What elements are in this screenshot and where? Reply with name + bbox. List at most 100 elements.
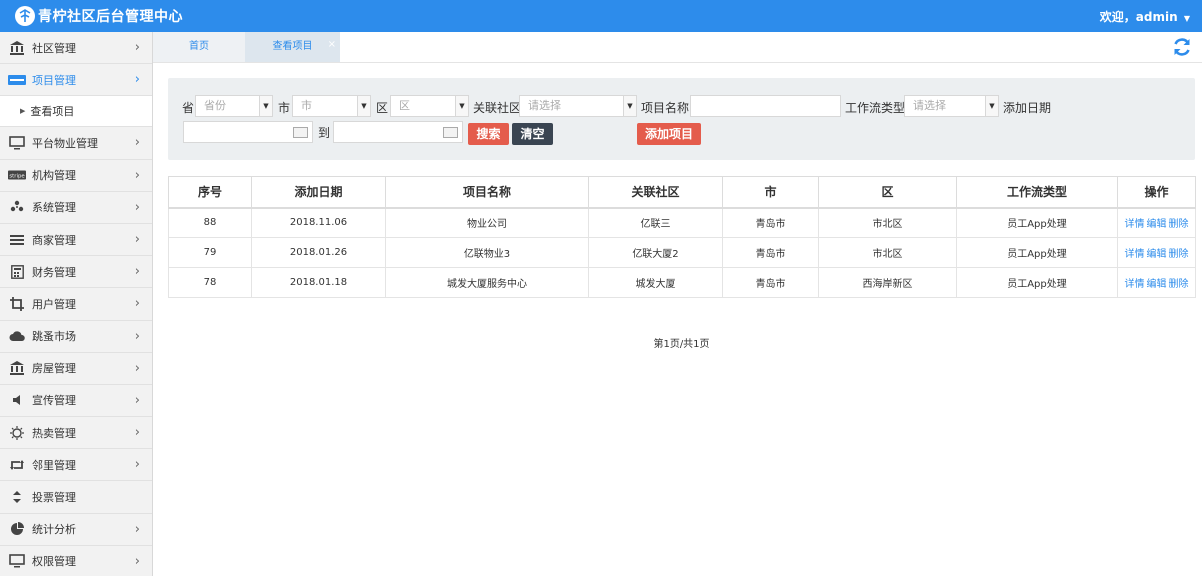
sidebar-item-label: 机构管理 [32, 169, 76, 183]
cell-id: 88 [168, 207, 252, 238]
sidebar-item-system[interactable]: 系统管理 › [0, 192, 152, 224]
project-name-input[interactable] [690, 95, 841, 117]
search-button[interactable]: 搜索 [468, 123, 509, 145]
svg-text:stripe: stripe [9, 173, 25, 179]
chevron-right-icon: › [134, 457, 140, 473]
sidebar-item-flea-market[interactable]: 跳蚤市场 › [0, 321, 152, 353]
sidebar-item-publicity[interactable]: 宣传管理 › [0, 385, 152, 418]
district-placeholder: 区 [399, 99, 410, 112]
cell-name: 亿联物业3 [385, 237, 589, 268]
detail-link[interactable]: 详情 [1125, 249, 1145, 260]
retweet-icon [8, 458, 26, 472]
sidebar-item-label: 财务管理 [32, 265, 76, 279]
edit-link[interactable]: 编辑 [1147, 249, 1167, 260]
workflow-select[interactable]: 请选择 ▼ [904, 95, 999, 117]
table-header-row: 序号 添加日期 项目名称 关联社区 市 区 工作流类型 操作 [168, 176, 1196, 209]
chevron-right-icon: › [134, 231, 140, 247]
chevron-right-icon: › [134, 425, 140, 441]
chevron-right-icon: › [134, 264, 140, 280]
sidebar-item-label: 项目管理 [32, 73, 76, 87]
tab-view-project[interactable]: 查看项目 × [245, 32, 340, 62]
cell-name: 城发大厦服务中心 [385, 267, 589, 298]
district-select[interactable]: 区 ▼ [390, 95, 469, 117]
cell-city: 青岛市 [722, 267, 819, 298]
chevron-right-icon: › [134, 167, 140, 183]
sidebar-item-statistics[interactable]: 统计分析 › [0, 514, 152, 546]
bank-icon [8, 40, 26, 55]
sidebar-subitem-view-project[interactable]: ▶ 查看项目 [0, 96, 152, 128]
sun-icon [8, 425, 26, 440]
filter-panel: 省 省份 ▼ 市 市 ▼ 区 区 ▼ 关联社区 请选择 ▼ 项目名称 工作流类型… [168, 78, 1195, 160]
community-select[interactable]: 请选择 ▼ [519, 95, 637, 117]
cell-ops: 详情 编辑 删除 [1117, 207, 1196, 238]
sidebar-item-project[interactable]: 项目管理 › [0, 64, 152, 97]
cell-district: 市北区 [818, 237, 957, 268]
sidebar-item-permission[interactable]: 权限管理 › [0, 546, 152, 576]
monitor-icon [8, 136, 26, 150]
delete-link[interactable]: 删除 [1169, 279, 1189, 290]
app-title: 青柠社区后台管理中心 [38, 9, 183, 25]
sidebar-item-label: 投票管理 [32, 491, 76, 505]
sidebar-item-label: 商家管理 [32, 233, 76, 247]
province-label: 省 [182, 101, 195, 115]
sidebar-item-user[interactable]: 用户管理 › [0, 288, 152, 321]
sidebar-item-housing[interactable]: 房屋管理 › [0, 353, 152, 385]
cell-workflow: 员工App处理 [956, 267, 1118, 298]
sidebar-item-label: 平台物业管理 [32, 136, 98, 150]
detail-link[interactable]: 详情 [1125, 279, 1145, 290]
start-date-input[interactable] [183, 121, 313, 143]
cell-community: 城发大厦 [588, 267, 723, 298]
city-select[interactable]: 市 ▼ [292, 95, 371, 117]
calendar-icon[interactable] [443, 127, 458, 138]
delete-link[interactable]: 删除 [1169, 249, 1189, 260]
sidebar-item-label: 跳蚤市场 [32, 330, 76, 344]
monitor-icon [8, 554, 26, 568]
cell-community: 亿联三 [588, 207, 723, 238]
pinwheel-icon [8, 200, 26, 214]
end-date-input[interactable] [333, 121, 463, 143]
tab-label: 首页 [189, 41, 209, 52]
cell-city: 青岛市 [722, 207, 819, 238]
column-header: 项目名称 [385, 176, 589, 209]
chevron-right-icon: › [134, 296, 140, 312]
workflow-placeholder: 请选择 [913, 99, 946, 112]
sidebar-item-organization[interactable]: stripe 机构管理 › [0, 160, 152, 192]
sidebar-item-community[interactable]: 社区管理 › [0, 32, 152, 65]
sidebar-item-label: 邻里管理 [32, 458, 76, 472]
to-label: 到 [318, 126, 331, 140]
chevron-right-icon: › [134, 553, 140, 569]
caret-down-icon: ▼ [357, 96, 370, 116]
edit-link[interactable]: 编辑 [1147, 279, 1167, 290]
close-icon[interactable]: × [328, 30, 336, 60]
sidebar-item-vote[interactable]: 投票管理 [0, 481, 152, 514]
delete-link[interactable]: 删除 [1169, 219, 1189, 230]
column-header: 序号 [168, 176, 252, 209]
card-icon [8, 73, 26, 87]
cell-id: 78 [168, 267, 252, 298]
sidebar-subitem-label: 查看项目 [30, 105, 75, 119]
chevron-right-icon: › [134, 328, 140, 344]
refresh-icon[interactable] [1172, 37, 1192, 57]
leaf-logo-icon [15, 6, 35, 26]
sidebar-item-neighbor[interactable]: 邻里管理 › [0, 449, 152, 482]
sidebar-item-merchant[interactable]: 商家管理 › [0, 224, 152, 257]
edit-link[interactable]: 编辑 [1147, 219, 1167, 230]
user-welcome[interactable]: 欢迎，admin ▼ [1100, 8, 1190, 25]
welcome-text: 欢迎，admin [1099, 10, 1178, 24]
clear-button[interactable]: 清空 [512, 123, 553, 145]
sidebar-item-hot-sale[interactable]: 热卖管理 › [0, 417, 152, 450]
pie-chart-icon [8, 522, 26, 536]
sidebar-item-label: 权限管理 [32, 555, 76, 569]
tab-home[interactable]: 首页 [153, 32, 245, 62]
province-select[interactable]: 省份 ▼ [195, 95, 273, 117]
column-header: 工作流类型 [956, 176, 1118, 209]
add-project-button[interactable]: 添加项目 [637, 123, 701, 145]
calendar-icon[interactable] [293, 127, 308, 138]
sidebar-item-finance[interactable]: 财务管理 › [0, 256, 152, 289]
chevron-down-icon: ▼ [1183, 14, 1190, 23]
sidebar-item-label: 房屋管理 [32, 362, 76, 376]
tab-label: 查看项目 [272, 41, 313, 52]
detail-link[interactable]: 详情 [1125, 219, 1145, 230]
pagination-info: 第1页/共1页 [653, 339, 710, 350]
sidebar-item-property[interactable]: 平台物业管理 › [0, 127, 152, 160]
